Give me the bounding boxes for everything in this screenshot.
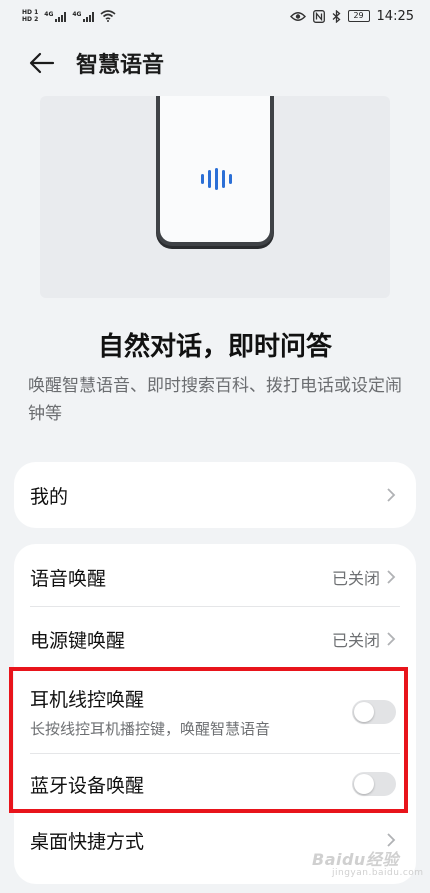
chevron-right-icon	[387, 632, 396, 646]
toggle-knob	[354, 702, 374, 722]
hd1-label: HD 1	[22, 9, 39, 16]
voice-wave-icon	[194, 168, 238, 190]
headset-wake-subtitle: 长按线控耳机播控键，唤醒智慧语音	[30, 720, 271, 738]
power-key-wake-row[interactable]: 电源键唤醒 已关闭	[14, 606, 416, 672]
bluetooth-icon	[332, 9, 341, 23]
toggle-knob	[354, 774, 374, 794]
headset-wake-text: 耳机线控唤醒 长按线控耳机播控键，唤醒智慧语音	[30, 685, 270, 739]
chevron-right-icon	[387, 488, 396, 502]
divider	[30, 668, 400, 669]
headset-wake-label: 耳机线控唤醒	[30, 689, 145, 711]
watermark-text: Baidu经验	[312, 850, 399, 869]
mine-row[interactable]: 我的	[14, 462, 416, 528]
hd2-label: HD 2	[22, 16, 39, 23]
power-key-wake-label: 电源键唤醒	[30, 629, 126, 652]
signal-2-icon	[83, 11, 95, 22]
mine-label: 我的	[30, 485, 69, 508]
voice-wake-status: 已关闭	[331, 569, 380, 588]
power-key-wake-right: 已关闭	[332, 627, 396, 651]
signal-1-icon	[55, 11, 67, 22]
voice-illustration	[40, 96, 390, 298]
chevron-right-icon	[387, 570, 396, 584]
arrow-left-icon	[29, 52, 55, 74]
bluetooth-wake-toggle[interactable]	[352, 772, 396, 796]
nfc-icon	[312, 9, 325, 23]
network-type-2: 4G	[72, 11, 82, 18]
voice-wake-row[interactable]: 语音唤醒 已关闭	[14, 544, 416, 610]
network-type-1: 4G	[44, 11, 54, 18]
wake-settings-card: 语音唤醒 已关闭 电源键唤醒 已关闭 耳机线控唤醒 长按线控耳机播控键，唤醒智慧…	[14, 544, 416, 884]
voice-wake-label: 语音唤醒	[30, 567, 107, 590]
app-header: 智慧语音	[0, 40, 430, 86]
power-key-wake-status: 已关闭	[331, 631, 380, 650]
eye-icon	[289, 11, 306, 21]
baidu-watermark: Baidu经验 jingyan.baidu.com	[312, 846, 424, 878]
bluetooth-wake-row[interactable]: 蓝牙设备唤醒	[14, 754, 416, 814]
hd-indicator: HD 1 HD 2	[22, 9, 38, 23]
voice-wake-right: 已关闭	[332, 565, 396, 589]
mine-right	[386, 487, 396, 503]
headset-wake-row[interactable]: 耳机线控唤醒 长按线控耳机播控键，唤醒智慧语音	[14, 672, 416, 752]
status-time: 14:25	[376, 8, 414, 24]
wifi-icon	[100, 10, 117, 22]
mine-card: 我的	[14, 462, 416, 528]
headset-wake-toggle[interactable]	[352, 700, 396, 724]
desktop-shortcut-label: 桌面快捷方式	[30, 830, 145, 853]
back-button[interactable]	[20, 41, 64, 85]
status-bar-left: HD 1 HD 2 4G 4G	[22, 9, 117, 23]
page-title: 智慧语音	[76, 53, 165, 78]
status-bar: HD 1 HD 2 4G 4G 29 14:25	[0, 0, 430, 32]
watermark-subtext: jingyan.baidu.com	[332, 868, 424, 878]
bluetooth-wake-label: 蓝牙设备唤醒	[30, 774, 145, 797]
battery-icon: 29	[347, 10, 370, 22]
phone-illustration	[156, 96, 274, 246]
intro-description: 唤醒智慧语音、即时搜索百科、拨打电话或设定闹钟等	[28, 376, 402, 424]
status-bar-right: 29 14:25	[289, 8, 414, 24]
intro-title: 自然对话，即时问答	[97, 332, 332, 362]
